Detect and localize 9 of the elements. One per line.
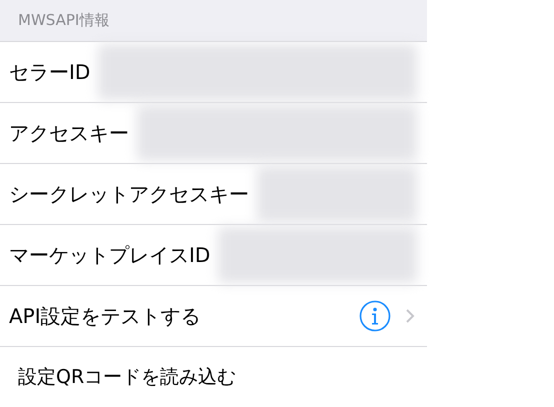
section-header: MWSAPI情報 bbox=[0, 0, 427, 42]
test-row[interactable]: API設定をテストする bbox=[0, 286, 427, 347]
field-label: セラーID bbox=[8, 59, 90, 86]
info-icon[interactable] bbox=[359, 300, 391, 332]
field-label: アクセスキー bbox=[8, 120, 129, 147]
field-label: マーケットプレイスID bbox=[8, 242, 210, 269]
chevron-icon bbox=[405, 308, 415, 324]
field-label: シークレットアクセスキー bbox=[8, 181, 249, 208]
load-qr-button[interactable]: 設定QRコードを読み込む bbox=[18, 362, 236, 392]
